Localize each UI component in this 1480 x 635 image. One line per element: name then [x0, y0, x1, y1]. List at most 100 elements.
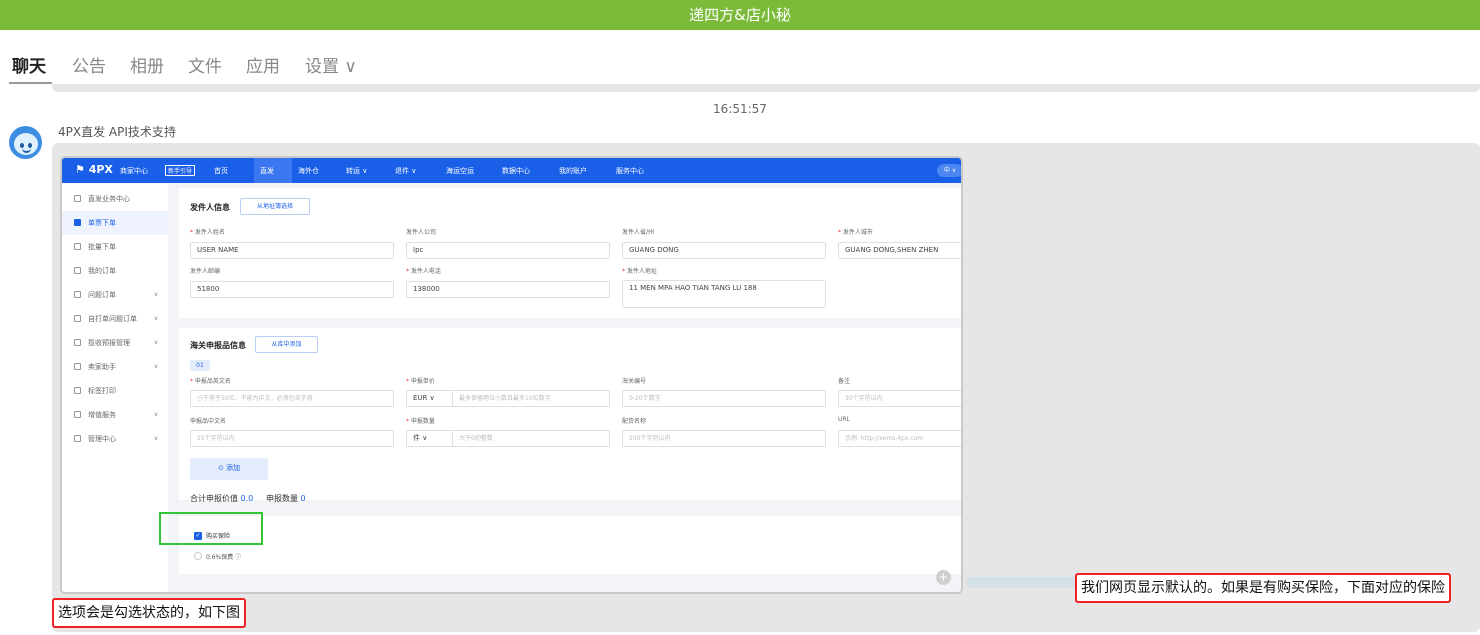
sidebar-item-single-order: 单票下单 — [62, 211, 168, 235]
sidebar-item-label: 标签打印 — [88, 387, 116, 395]
sender-name-label: * 发件人姓名 — [190, 229, 225, 236]
logo-text: 4PX — [88, 163, 113, 176]
sidebar-item-label-print: 标签打印 — [62, 379, 168, 403]
sidebar-item-label: 自打单问题订单 — [88, 315, 137, 323]
sender-phone-input: 138000 — [406, 281, 610, 298]
sidebar-item-pickup-forecast: 揽收预报管理 ∨ — [62, 331, 168, 355]
sidebar-item-batch-order: 批量下单 — [62, 235, 168, 259]
sender-address-input: 11 MEN MPA HAO TIAN TANG LU 188 — [622, 280, 826, 308]
annotation-note-right: 我们网页显示默认的。如果是有购买保险，下面对应的保险 — [1075, 573, 1451, 603]
printer-icon — [74, 387, 81, 394]
plus-icon: + — [936, 570, 951, 585]
list-icon — [74, 411, 81, 418]
sender-phone-label: * 发件人电话 — [406, 268, 441, 275]
nav-direct: 直发 — [260, 167, 274, 175]
total-value: 0.0 — [240, 494, 254, 503]
url-input: 示例: http://xoms.4px.com — [838, 430, 961, 447]
chevron-down-icon: ∨ — [153, 315, 158, 322]
unit-price-label: * 申报单价 — [406, 378, 435, 385]
sender-address-label: * 发件人地址 — [622, 268, 657, 275]
message-timestamp: 16:51:57 — [713, 102, 767, 116]
nav-sea-air: 海运空运 — [446, 167, 474, 175]
tab-settings[interactable]: 设置 ∨ — [305, 52, 357, 77]
list-icon — [74, 435, 81, 442]
list-icon — [74, 363, 81, 370]
sender-city-input: GUANG DONG,SHEN ZHEN — [838, 242, 961, 259]
tab-announcements[interactable]: 公告 — [72, 52, 106, 77]
chevron-down-icon: ∨ — [153, 363, 158, 370]
sender-province-label: 发件人省/州 — [622, 229, 655, 236]
tab-album[interactable]: 相册 — [130, 52, 164, 77]
sidebar-item-label: 单票下单 — [88, 219, 116, 227]
flag-icon: ⚑ — [75, 163, 89, 176]
blurred-content — [966, 577, 1078, 588]
cn-name-label: 申报品中文名 — [190, 418, 227, 425]
nav-transship: 转运 ∨ — [346, 167, 368, 175]
unit-price-input: EUR ∨ 最多保留两位小数且最多10位数字 — [406, 390, 610, 407]
customs-section-title: 海关申报品信息 — [190, 341, 246, 350]
avatar-smile — [22, 148, 31, 153]
unit-select: 件 ∨ — [407, 431, 453, 446]
avatar[interactable] — [9, 126, 42, 159]
tab-chat[interactable]: 聊天 — [12, 52, 46, 77]
list-icon — [74, 315, 81, 322]
sidebar-item-my-orders: 我的订单 — [62, 259, 168, 283]
sidebar-item-value-added: 增值服务 ∨ — [62, 403, 168, 427]
match-name-input: 250个字符以内 — [622, 430, 826, 447]
sender-province-input: GUANG DONG — [622, 242, 826, 259]
guide-badge: 新手引导 — [165, 165, 196, 176]
hs-code-input: 0-20个数字 — [622, 390, 826, 407]
sender-zip-label: 发件人邮编 — [190, 268, 221, 275]
document-icon — [74, 219, 81, 226]
cn-name-input: 25个字符以内 — [190, 430, 394, 447]
app-subtitle: 商家中心 — [120, 167, 148, 175]
unit-price-placeholder: 最多保留两位小数且最多10位数字 — [459, 395, 551, 402]
remark-input: 30个字符以内 — [838, 390, 961, 407]
currency-select: EUR ∨ — [407, 391, 453, 406]
hs-code-label: 海关编号 — [622, 378, 647, 385]
customs-info-card: 海关申报品信息 从库中添加 01 * 申报品英文名 小于等于50位，不能为中文，… — [179, 328, 961, 500]
sidebar-item-label: 卖家助手 — [88, 363, 116, 371]
sender-info-card: 发件人信息 从地址簿选择 * 发件人姓名 USER NAME 发件人公司 Ipc… — [179, 188, 961, 318]
annotation-note-left: 选项会是勾选状态的，如下图 — [52, 598, 246, 628]
sender-name-input: USER NAME — [190, 242, 394, 259]
sidebar-item-label: 管理中心 — [88, 435, 116, 443]
sidebar-item-management: 管理中心 ∨ — [62, 427, 168, 451]
list-icon — [74, 291, 81, 298]
sender-zip-input: 51800 — [190, 281, 394, 298]
app-top-nav: ⚑ 4PX 商家中心 新手引导 首页 直发 海外仓 转运 ∨ 退件 ∨ 海运空运… — [62, 158, 961, 183]
total-qty: 0 — [300, 494, 306, 503]
total-value-label: 合计申报价值 — [190, 494, 238, 503]
highlight-box-insurance — [159, 512, 263, 545]
sidebar-item-label: 直发业务中心 — [88, 195, 130, 203]
chevron-down-icon: ∨ — [153, 435, 158, 442]
nav-home: 首页 — [214, 167, 228, 175]
active-tab-indicator — [9, 82, 52, 84]
tab-files[interactable]: 文件 — [188, 52, 222, 77]
nav-service: 服务中心 — [616, 167, 644, 175]
sidebar-item-label: 我的订单 — [88, 267, 116, 275]
chevron-down-icon: ∨ — [153, 339, 158, 346]
en-name-label: * 申报品英文名 — [190, 378, 231, 385]
smiley-face-icon — [14, 133, 38, 155]
quantity-placeholder: 大于0的整数 — [459, 435, 493, 442]
sidebar-item-direct-center: 直发业务中心 — [62, 187, 168, 211]
tab-apps[interactable]: 应用 — [246, 52, 280, 77]
list-icon — [74, 267, 81, 274]
quantity-label: * 申报数量 — [406, 418, 435, 425]
sidebar-item-label: 问题订单 — [88, 291, 116, 299]
sender-company-input: Ipc — [406, 242, 610, 259]
sender-city-label: * 发件人城市 — [838, 229, 873, 236]
address-book-button: 从地址簿选择 — [240, 198, 310, 215]
sender-section-title: 发件人信息 — [190, 203, 230, 212]
list-icon — [74, 339, 81, 346]
language-selector: 中 ∨ — [937, 164, 961, 177]
document-icon — [74, 243, 81, 250]
nav-returns: 退件 ∨ — [395, 167, 417, 175]
add-item-button: ⊙ 添加 — [190, 458, 268, 480]
add-from-library-button: 从库中添加 — [255, 336, 318, 353]
sidebar-item-label: 增值服务 — [88, 411, 116, 419]
remark-label: 备注 — [838, 378, 851, 385]
en-name-input: 小于等于50位，不能为中文，必须包含字母 — [190, 390, 394, 407]
insurance-card: ✓ 购买保险 0.6%保费 ⓘ — [179, 516, 961, 574]
